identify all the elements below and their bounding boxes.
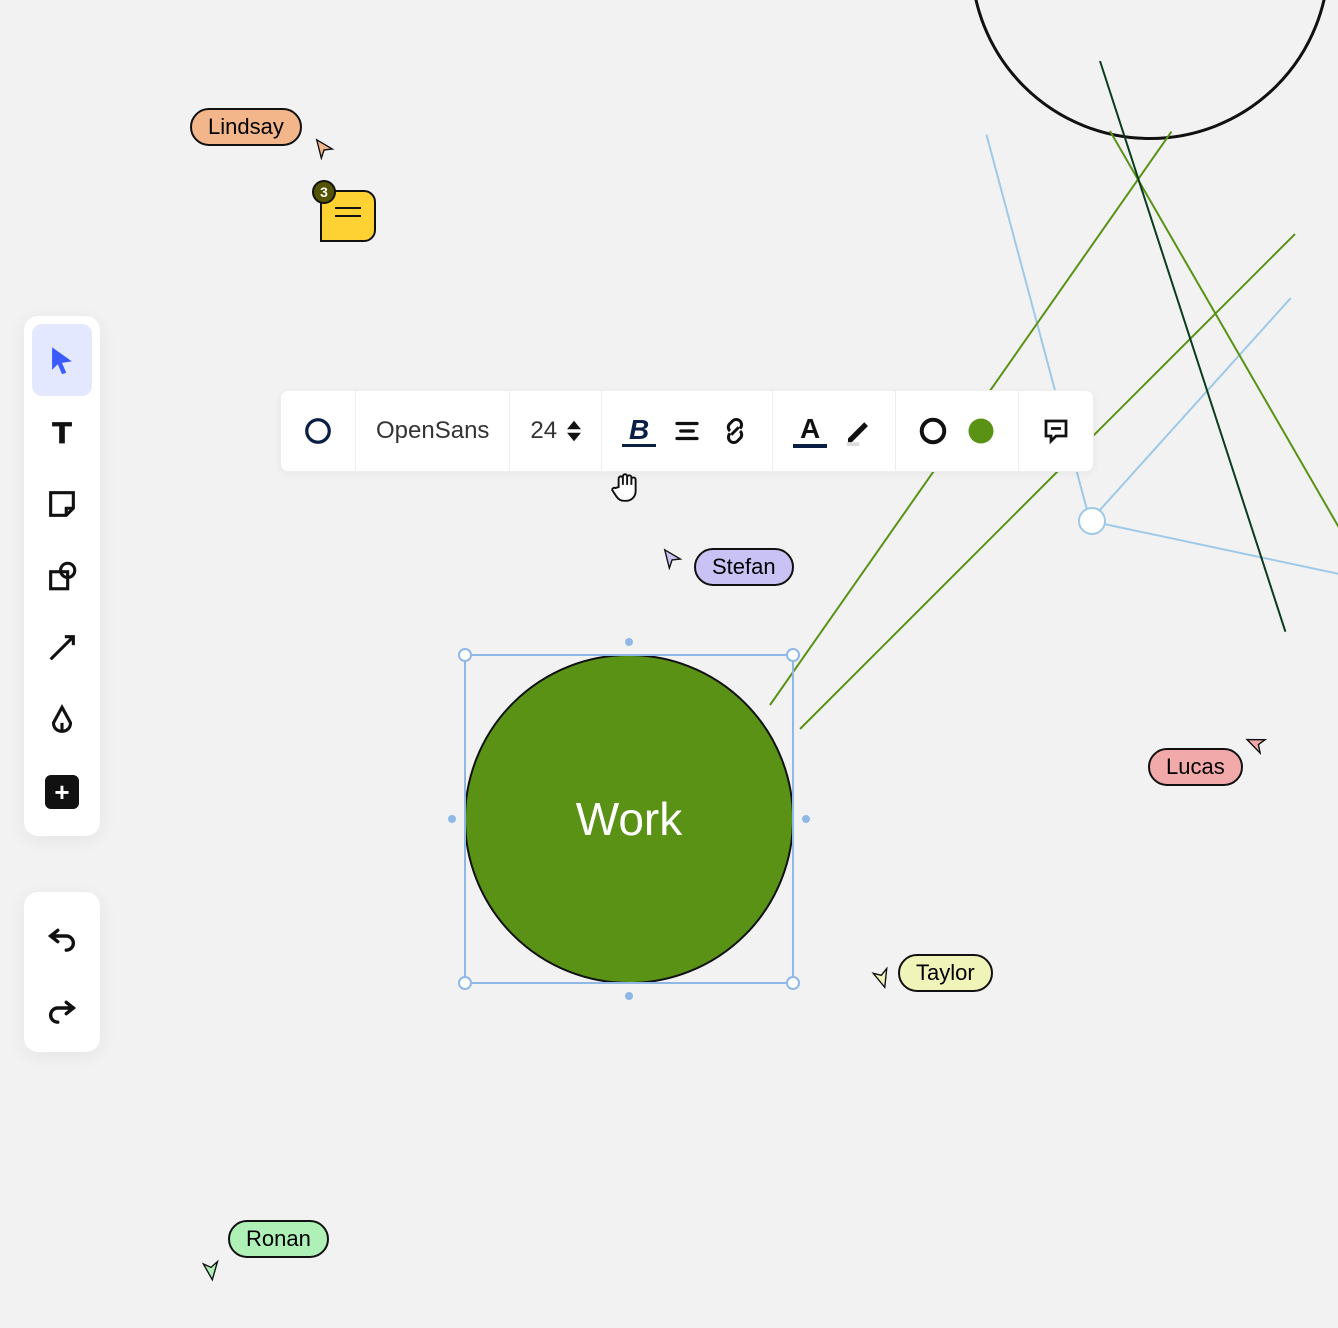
redo-button[interactable]	[32, 972, 92, 1044]
more-tools-button[interactable]: +	[32, 756, 92, 828]
mid-handle-e[interactable]	[802, 815, 810, 823]
resize-handle-nw[interactable]	[458, 648, 472, 662]
resize-handle-se[interactable]	[786, 976, 800, 990]
hand-cursor-icon	[608, 470, 642, 509]
text-tool[interactable]	[32, 396, 92, 468]
collaborator-lindsay: Lindsay	[190, 108, 330, 146]
link-button[interactable]	[718, 414, 752, 448]
comment-lines-icon	[335, 215, 361, 217]
font-size-value[interactable]: 24	[530, 417, 557, 445]
font-size-stepper[interactable]: 24	[530, 417, 581, 445]
comment-count-badge: 3	[312, 180, 336, 204]
collaborator-badge: Lindsay	[190, 108, 302, 146]
resize-handle-ne[interactable]	[786, 648, 800, 662]
canvas[interactable]: Work 3 Lindsay Stefan Lucas	[0, 0, 1338, 1328]
add-comment-button[interactable]	[1039, 414, 1073, 448]
decrease-font-icon[interactable]	[567, 432, 581, 442]
canvas-arc-shape	[970, 0, 1330, 140]
collaborator-badge: Lucas	[1148, 748, 1243, 786]
arrow-tool[interactable]	[32, 612, 92, 684]
canvas-connector	[1090, 520, 1338, 584]
increase-font-icon[interactable]	[567, 420, 581, 430]
selection-frame[interactable]	[464, 654, 794, 984]
cursor-icon	[866, 957, 896, 990]
comment-pin[interactable]: 3	[320, 190, 376, 242]
fill-color-swatch[interactable]	[964, 414, 998, 448]
text-color-button[interactable]: A	[793, 414, 827, 448]
left-toolbar: +	[24, 316, 100, 836]
cursor-icon	[314, 138, 336, 165]
context-toolbar: OpenSans 24 B A	[280, 390, 1094, 472]
collaborator-badge: Taylor	[898, 954, 993, 992]
align-button[interactable]	[670, 414, 704, 448]
canvas-connector	[1099, 61, 1286, 632]
collaborator-ronan: Ronan	[200, 1220, 329, 1258]
cursor-icon	[195, 1248, 228, 1282]
collaborator-taylor: Taylor	[870, 954, 993, 992]
shape-tool[interactable]	[32, 540, 92, 612]
collaborator-stefan: Stefan	[666, 548, 794, 586]
mid-handle-s[interactable]	[625, 992, 633, 1000]
highlight-button[interactable]	[841, 414, 875, 448]
undo-button[interactable]	[32, 900, 92, 972]
cursor-icon	[662, 548, 684, 575]
stroke-color-swatch[interactable]	[916, 414, 950, 448]
shape-type-circle-icon[interactable]	[301, 414, 335, 448]
history-toolbar	[24, 892, 100, 1052]
select-tool[interactable]	[32, 324, 92, 396]
mid-handle-n[interactable]	[625, 638, 633, 646]
collaborator-lucas: Lucas	[1148, 748, 1271, 786]
bold-button[interactable]: B	[622, 415, 656, 447]
plus-icon: +	[45, 775, 79, 809]
cursor-icon	[1243, 728, 1276, 762]
pen-tool[interactable]	[32, 684, 92, 756]
canvas-node[interactable]	[1078, 507, 1106, 535]
collaborator-badge: Ronan	[228, 1220, 329, 1258]
collaborator-badge: Stefan	[694, 548, 794, 586]
sticky-tool[interactable]	[32, 468, 92, 540]
font-family-select[interactable]: OpenSans	[376, 417, 489, 445]
mid-handle-w[interactable]	[448, 815, 456, 823]
resize-handle-sw[interactable]	[458, 976, 472, 990]
